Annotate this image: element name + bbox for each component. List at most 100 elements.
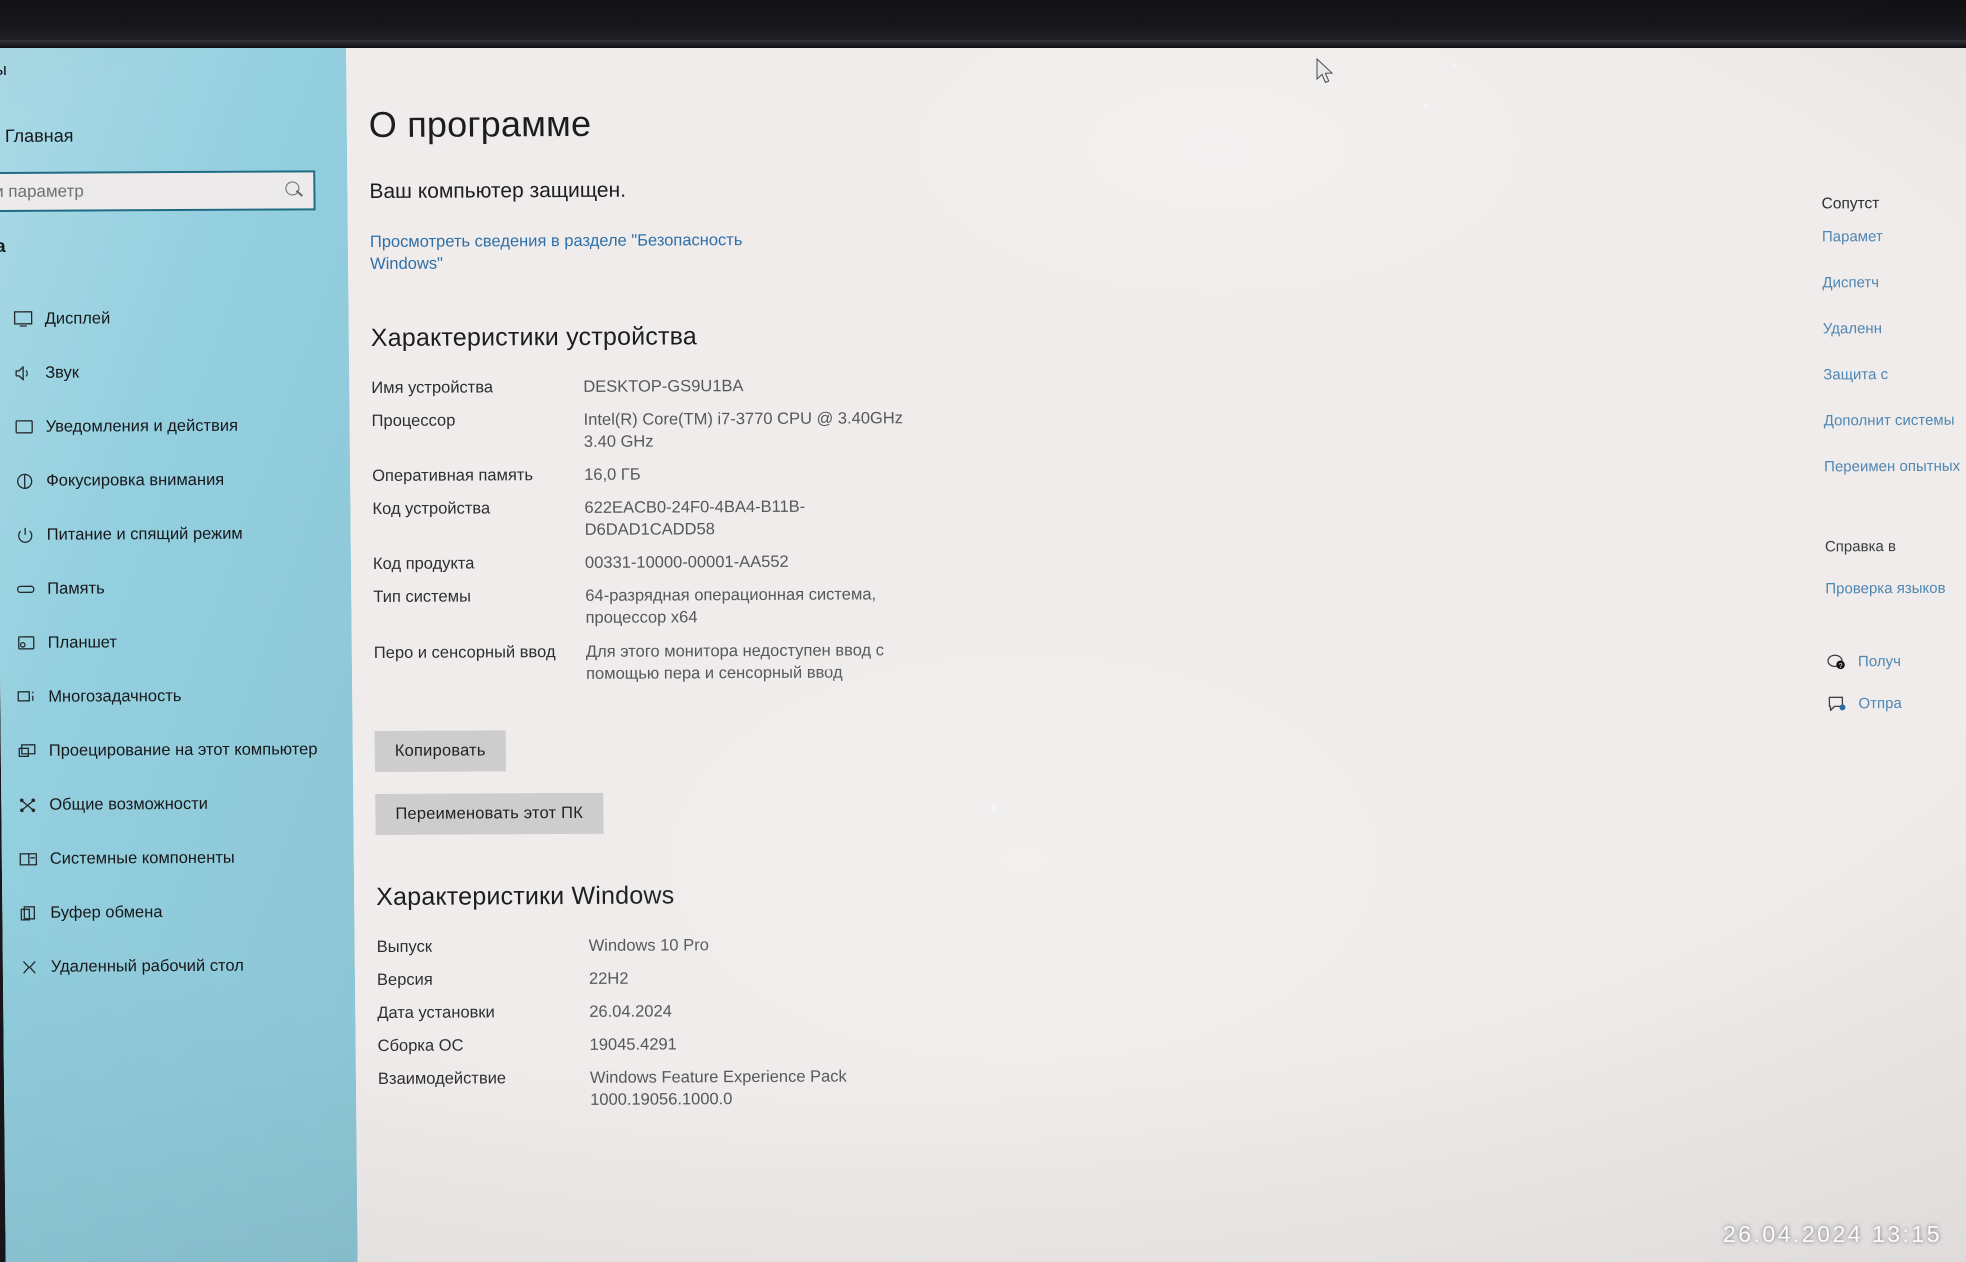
get-help-label: Получ <box>1857 652 1901 670</box>
rail-help-group: Справка в Проверка языков <box>1825 537 1966 600</box>
app-title: аметры <box>0 59 8 80</box>
clipboard-icon <box>6 904 50 921</box>
feedback-icon <box>1826 695 1848 713</box>
spec-key: Выпуск <box>376 937 433 956</box>
rename-pc-button[interactable]: Переименовать этот ПК <box>375 792 604 835</box>
focus-assist-icon <box>2 472 46 489</box>
display-icon <box>1 310 45 327</box>
spec-value: 00331-10000-00001-AA552 <box>584 553 789 573</box>
monitor-photo: аметры Главная айти параметр стема Диспл… <box>0 0 1966 1262</box>
settings-sidebar: аметры Главная айти параметр стема Диспл… <box>0 42 358 1262</box>
sidebar-item-shared-experiences[interactable]: Общие возможности <box>1 776 354 832</box>
spec-value: 26.04.2024 <box>589 1002 672 1021</box>
spec-key: Взаимодействие <box>377 1069 507 1089</box>
mouse-pointer-icon <box>1316 57 1336 91</box>
rail-link-remote[interactable]: Удаленн <box>1823 318 1966 339</box>
sidebar-section-heading: стема <box>0 235 6 257</box>
get-help-row[interactable]: ? Получ <box>1826 651 1966 672</box>
sidebar-item-label: Многозадачность <box>48 686 182 706</box>
rail-heading: Сопутст <box>1821 195 1880 213</box>
sidebar-item-label: Питание и спящий режим <box>46 524 243 544</box>
storage-icon <box>3 580 47 597</box>
sidebar-item-components[interactable]: Системные компоненты <box>2 830 355 886</box>
sidebar-item-label: Буфер обмена <box>50 902 163 922</box>
spec-key: Сборка ОС <box>377 1036 464 1056</box>
rail-link-advanced-system[interactable]: Дополнит системы <box>1824 411 1966 432</box>
table-row: Сборка ОС 19045.4291 <box>378 1032 920 1068</box>
rail-footer: ? Получ Отпра <box>1826 651 1966 714</box>
spec-value: Intel(R) Core(TM) i7-3770 CPU @ 3.40GHz … <box>583 408 904 451</box>
sidebar-item-display[interactable]: Дисплей <box>0 290 349 346</box>
sidebar-item-multitasking[interactable]: Многозадачность <box>0 668 353 724</box>
spec-key: Процессор <box>371 411 456 430</box>
table-row: Выпуск Windows 10 Pro <box>377 933 919 969</box>
tablet-icon <box>4 634 48 651</box>
table-row: Процессор Intel(R) Core(TM) i7-3770 CPU … <box>372 407 915 465</box>
sidebar-item-sound[interactable]: Звук <box>0 344 349 400</box>
dust-speck <box>826 668 830 671</box>
rail-link-rename-advanced[interactable]: Переимен опытных <box>1824 457 1966 478</box>
spec-value: 64-разрядная операционная система, проце… <box>585 585 877 628</box>
search-placeholder: айти параметр <box>0 181 84 202</box>
send-feedback-row[interactable]: Отпра <box>1826 693 1966 714</box>
table-row: Оперативная память 16,0 ГБ <box>372 462 914 498</box>
sidebar-item-remote-desktop[interactable]: Удаленный рабочий стол <box>3 938 356 994</box>
device-specs-heading: Характеристики устройства <box>370 321 698 352</box>
windows-specs-table: Выпуск Windows 10 Pro Версия 22H2 Дата у… <box>377 933 921 1123</box>
related-settings-rail: Сопутст Парамет Диспетч Удаленн Защита с… <box>1820 34 1966 737</box>
help-bubble-icon: ? <box>1826 653 1848 671</box>
svg-text:?: ? <box>1839 662 1843 669</box>
page-title: О программе <box>368 102 592 146</box>
spec-value: Windows 10 Pro <box>588 935 709 955</box>
sidebar-item-label: Дисплей <box>44 308 111 328</box>
screen-area: аметры Главная айти параметр стема Диспл… <box>0 33 1966 1262</box>
rail-link-check-languages[interactable]: Проверка языков <box>1825 579 1966 600</box>
about-page: О программе Ваш компьютер защищен. Просм… <box>345 33 1966 1262</box>
rail-help-heading: Справка в <box>1824 538 1896 556</box>
sidebar-item-label: Фокусировка внимания <box>46 470 225 490</box>
sidebar-item-label: Звук <box>45 363 80 382</box>
spec-value: 622EACB0-24F0-4BA4-B11B-D6DAD1CADD58 <box>584 497 806 539</box>
spec-value: Windows Feature Experience Pack 1000.190… <box>589 1067 847 1110</box>
spec-key: Дата установки <box>377 1003 495 1022</box>
sidebar-item-clipboard[interactable]: Буфер обмена <box>2 884 355 940</box>
table-row: Взаимодействие Windows Feature Experienc… <box>378 1065 921 1123</box>
power-icon <box>3 526 47 543</box>
sidebar-item-label: Планшет <box>47 632 118 652</box>
sidebar-item-label: Удаленный рабочий стол <box>50 956 244 976</box>
table-row: Имя устройства DESKTOP-GS9U1BA <box>371 374 913 410</box>
search-input[interactable]: айти параметр <box>0 170 316 213</box>
sidebar-nav-list: Дисплей Звук Уведомления и действия Фоку… <box>0 290 355 994</box>
sidebar-item-notifications[interactable]: Уведомления и действия <box>0 398 350 454</box>
spec-value: Для этого монитора недоступен ввод с пом… <box>585 640 885 683</box>
spec-key: Имя устройства <box>371 377 494 397</box>
spec-value: 22H2 <box>588 969 629 988</box>
monitor-bezel-edge <box>0 40 1966 48</box>
rail-link-parameters[interactable]: Парамет <box>1822 226 1966 247</box>
spec-value: 16,0 ГБ <box>584 465 641 484</box>
spec-key: Тип системы <box>373 587 471 607</box>
table-row: Перо и сенсорный ввод Для этого монитора… <box>374 639 917 697</box>
rail-link-device-manager[interactable]: Диспетч <box>1822 272 1966 293</box>
sidebar-item-label: Память <box>47 578 105 598</box>
rail-link-protection[interactable]: Защита с <box>1823 365 1966 386</box>
sidebar-item-projecting[interactable]: Проецирование на этот компьютер <box>1 722 354 778</box>
spec-key: Оперативная память <box>372 466 534 485</box>
sidebar-item-label: Уведомления и действия <box>45 416 239 436</box>
spec-key: Перо и сенсорный ввод <box>373 642 556 662</box>
table-row: Дата установки 26.04.2024 <box>377 999 919 1035</box>
spec-value: 19045.4291 <box>589 1035 677 1054</box>
sidebar-item-tablet[interactable]: Планшет <box>0 614 352 670</box>
sidebar-item-focus-assist[interactable]: Фокусировка внимания <box>0 452 350 508</box>
multitasking-icon <box>4 688 48 705</box>
components-icon <box>6 850 50 867</box>
spec-value: DESKTOP-GS9U1BA <box>583 376 744 396</box>
dust-speck <box>1424 104 1428 108</box>
windows-security-link[interactable]: Просмотреть сведения в разделе "Безопасн… <box>370 230 750 276</box>
copy-button[interactable]: Копировать <box>374 730 506 772</box>
dust-speck <box>990 806 995 810</box>
sidebar-item-power[interactable]: Питание и спящий режим <box>0 506 351 562</box>
sidebar-item-home[interactable]: Главная <box>5 126 74 147</box>
sidebar-item-storage[interactable]: Память <box>0 560 351 616</box>
sidebar-item-label: Проецирование на этот компьютер <box>48 739 318 760</box>
